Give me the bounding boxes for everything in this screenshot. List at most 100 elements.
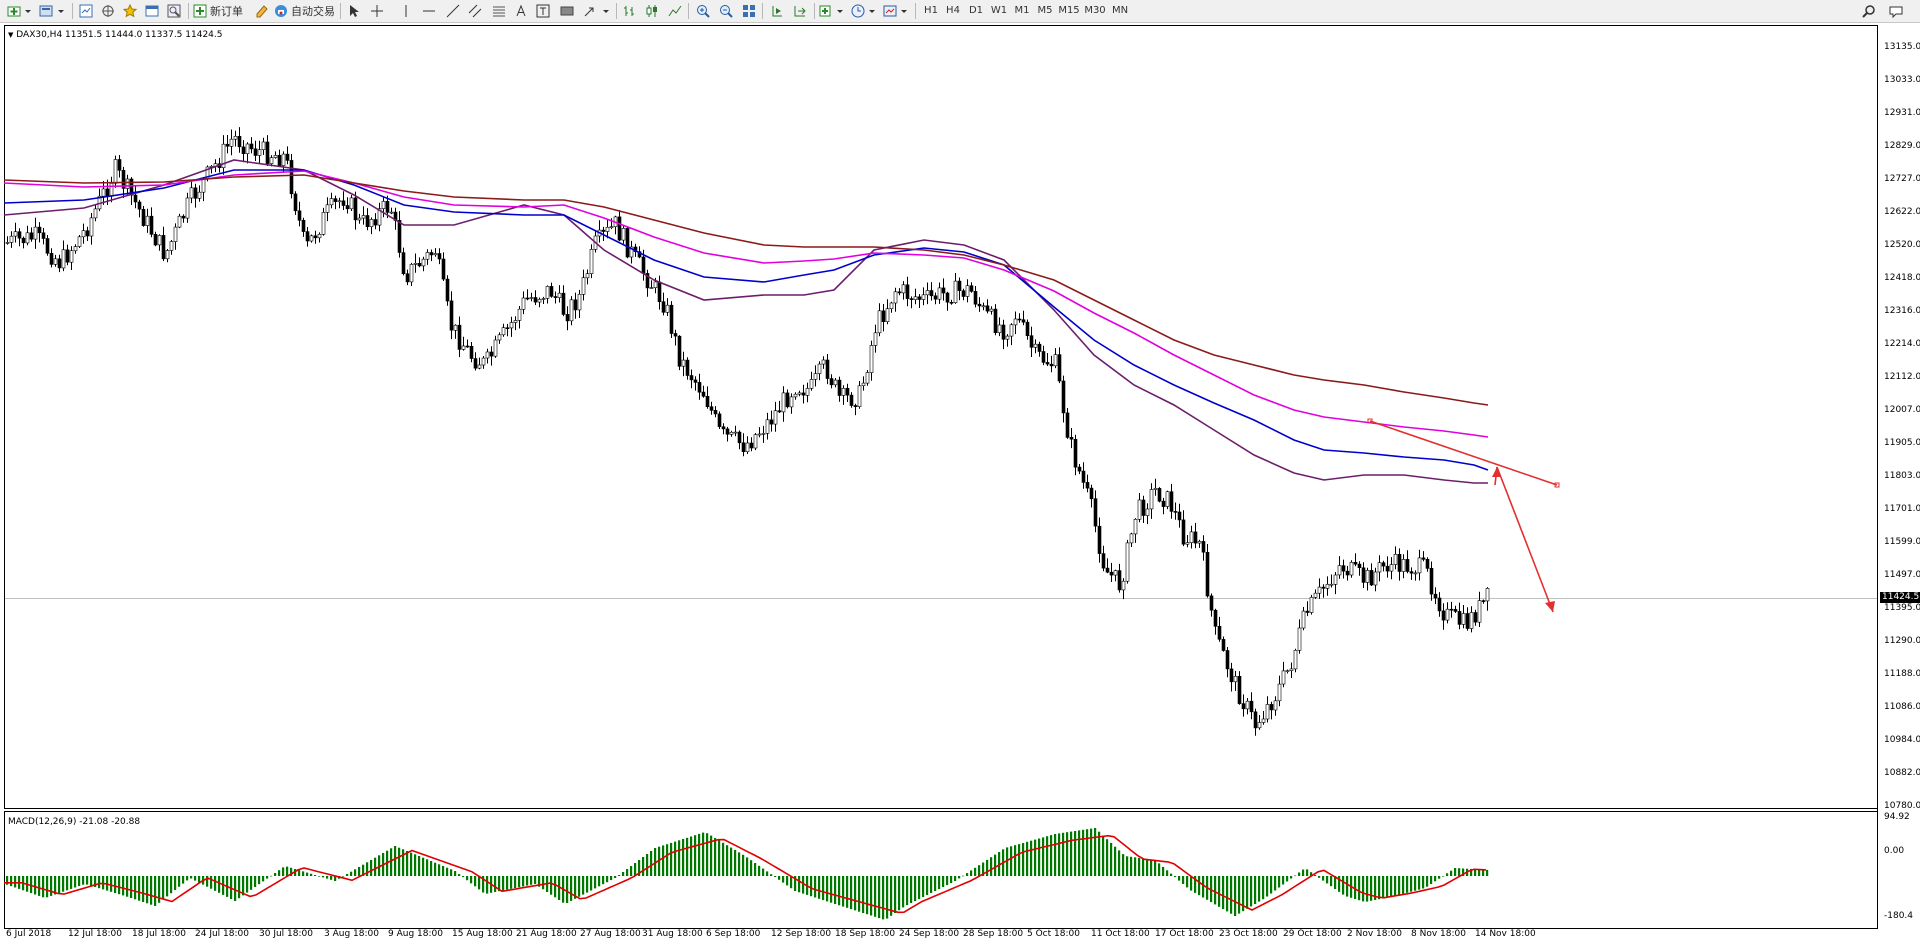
navigator-icon[interactable]	[98, 2, 118, 20]
bearish-candle	[709, 406, 714, 411]
rectangle-icon[interactable]	[558, 2, 576, 20]
bearish-candle	[829, 378, 834, 386]
bullish-candle	[1337, 565, 1342, 576]
line-chart-icon[interactable]	[666, 2, 684, 20]
time-label: 8 Nov 18:00	[1411, 929, 1466, 939]
terminal-icon[interactable]	[142, 2, 162, 20]
bearish-candle	[1357, 563, 1362, 568]
price-label: 11086.0	[1884, 702, 1920, 712]
indicators-menu-button[interactable]	[818, 2, 848, 20]
bearish-candle	[301, 220, 306, 232]
horizontal-line-icon[interactable]	[420, 2, 438, 20]
timeframe-m30[interactable]: M30	[1082, 3, 1108, 19]
bullish-candle	[1301, 610, 1306, 629]
macd-bar	[1282, 876, 1285, 885]
arrows-menu-button[interactable]	[582, 2, 612, 20]
auto-trading-button[interactable]: 自动交易	[274, 2, 336, 20]
macd-bar	[174, 876, 177, 890]
macd-bar	[742, 854, 745, 876]
favorites-icon[interactable]	[120, 2, 140, 20]
search-icon[interactable]	[1860, 2, 1878, 20]
timeframe-d1[interactable]: D1	[964, 3, 988, 19]
trendline-icon[interactable]	[444, 2, 462, 20]
market-watch-icon[interactable]	[76, 2, 96, 20]
macd-bar	[606, 876, 609, 883]
bearish-candle	[801, 392, 806, 396]
meta-editor-icon[interactable]	[252, 2, 272, 20]
zoom-in-icon[interactable]	[693, 2, 713, 20]
bullish-candle	[1165, 491, 1170, 507]
timeframe-h1[interactable]: H1	[920, 3, 942, 19]
macd-bar	[1474, 869, 1477, 876]
bullish-candle	[1277, 683, 1282, 702]
timeframe-m5[interactable]: M5	[1034, 3, 1056, 19]
fibonacci-icon[interactable]	[490, 2, 508, 20]
macd-bar	[842, 876, 845, 907]
vertical-line-icon[interactable]	[398, 2, 414, 20]
timeframe-mn[interactable]: MN	[1108, 3, 1132, 19]
bearish-candle	[105, 188, 110, 197]
bullish-candle	[1265, 704, 1270, 720]
crosshair-icon[interactable]	[368, 2, 386, 20]
timeframe-mn1[interactable]: M1	[1010, 3, 1034, 19]
text-icon[interactable]	[512, 2, 530, 20]
macd-bar	[682, 839, 685, 876]
bar-chart-icon[interactable]	[620, 2, 638, 20]
macd-bar	[1342, 876, 1345, 895]
macd-bar	[922, 876, 925, 897]
profiles-button[interactable]	[38, 2, 68, 20]
bearish-candle	[473, 358, 478, 369]
cursor-icon[interactable]	[346, 2, 362, 20]
macd-bar	[1402, 876, 1405, 894]
strategy-tester-icon[interactable]	[164, 2, 184, 20]
new-order-button[interactable]: 新订单	[193, 2, 251, 20]
macd-bar	[1438, 876, 1441, 879]
macd-bar	[946, 876, 949, 885]
macd-bar	[966, 873, 969, 876]
bearish-candle	[1073, 438, 1078, 468]
bullish-candle	[885, 308, 890, 323]
macd-bar	[834, 876, 837, 904]
chart-shift-icon[interactable]	[790, 2, 810, 20]
tile-windows-icon[interactable]	[739, 2, 759, 20]
bearish-candle	[1065, 412, 1070, 438]
macd-bar	[978, 865, 981, 876]
macd-bar	[82, 876, 85, 885]
macd-bar	[1038, 838, 1041, 876]
text-label-icon[interactable]	[534, 2, 552, 20]
bullish-candle	[1197, 541, 1202, 544]
macd-bar	[610, 876, 613, 881]
bullish-candle	[1137, 499, 1142, 520]
macd-bar	[446, 867, 449, 876]
chat-icon[interactable]	[1886, 2, 1908, 20]
chart-window[interactable]	[4, 25, 1878, 930]
chart-canvas[interactable]	[4, 25, 1878, 930]
macd-bar	[618, 875, 621, 876]
time-label: 29 Oct 18:00	[1283, 929, 1342, 939]
zoom-out-icon[interactable]	[716, 2, 736, 20]
timeframe-m15[interactable]: M15	[1056, 3, 1082, 19]
autoscroll-icon[interactable]	[767, 2, 787, 20]
new-chart-button[interactable]	[6, 2, 34, 20]
bullish-candle	[517, 308, 522, 321]
bullish-candle	[477, 364, 482, 369]
bearish-candle	[1361, 567, 1366, 583]
bullish-candle	[1333, 574, 1338, 585]
timeframe-w1[interactable]: W1	[988, 3, 1010, 19]
timeframe-h4[interactable]: H4	[942, 3, 964, 19]
macd-bar	[1366, 876, 1369, 902]
symbol-dropdown-icon[interactable]: ▼	[8, 31, 13, 39]
macd-bar	[822, 876, 825, 901]
macd-bar	[462, 876, 465, 878]
bearish-candle	[825, 359, 830, 379]
bullish-candle	[789, 396, 794, 408]
macd-bar	[478, 876, 481, 890]
macd-bar	[1446, 873, 1449, 876]
channel-icon[interactable]	[466, 2, 484, 20]
price-label: 11188.0	[1884, 669, 1920, 679]
templates-menu-button[interactable]	[882, 2, 912, 20]
periods-menu-button[interactable]	[850, 2, 880, 20]
macd-bar	[194, 876, 197, 881]
candlestick-icon[interactable]	[643, 2, 661, 20]
macd-bar	[454, 871, 457, 876]
